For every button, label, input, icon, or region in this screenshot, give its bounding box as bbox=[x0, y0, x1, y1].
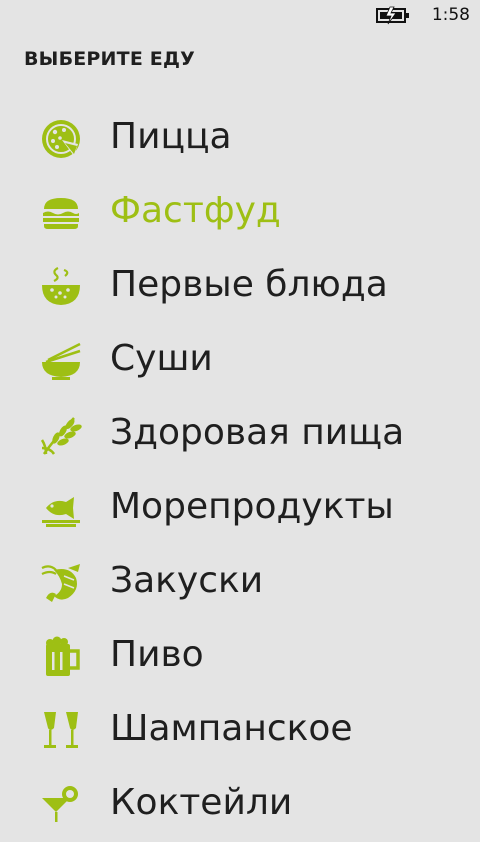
cocktail-icon bbox=[40, 784, 82, 826]
crayfish-icon bbox=[40, 562, 82, 604]
food-category-list: Пицца Фастфуд Первые блюда Суши Здоровая… bbox=[0, 102, 480, 842]
list-item-label: Здоровая пища bbox=[110, 412, 405, 453]
list-item-snacks[interactable]: Закуски bbox=[0, 546, 480, 620]
list-item-seafood[interactable]: Морепродукты bbox=[0, 472, 480, 546]
list-item-label: Суши bbox=[110, 338, 213, 379]
page-title: ВЫБЕРИТЕ ЕДУ bbox=[24, 48, 195, 70]
list-item-label: Первые блюда bbox=[110, 264, 388, 305]
burger-icon bbox=[40, 192, 82, 234]
list-item-label: Фастфуд bbox=[110, 190, 281, 231]
list-item-first-courses[interactable]: Первые блюда bbox=[0, 250, 480, 324]
list-item-champagne[interactable]: Шампанское bbox=[0, 694, 480, 768]
list-item-sushi[interactable]: Суши bbox=[0, 324, 480, 398]
beer-mug-icon bbox=[40, 636, 82, 678]
list-item-label: Морепродукты bbox=[110, 486, 394, 527]
list-item-label: Пиво bbox=[110, 634, 204, 675]
list-item-label: Коктейли bbox=[110, 782, 293, 823]
list-item-label: Пицца bbox=[110, 116, 232, 157]
champagne-glasses-icon bbox=[40, 710, 82, 752]
status-bar: 1:58 bbox=[0, 0, 480, 32]
list-item-healthy-food[interactable]: Здоровая пища bbox=[0, 398, 480, 472]
battery-charging-icon bbox=[376, 5, 412, 25]
list-item-beer[interactable]: Пиво bbox=[0, 620, 480, 694]
wheat-icon bbox=[40, 414, 82, 456]
list-item-label: Закуски bbox=[110, 560, 264, 601]
list-item-cocktails[interactable]: Коктейли bbox=[0, 768, 480, 842]
pizza-icon bbox=[40, 118, 82, 160]
list-item-pizza[interactable]: Пицца bbox=[0, 102, 480, 176]
chopsticks-bowl-icon bbox=[40, 340, 82, 382]
clock: 1:58 bbox=[431, 5, 470, 25]
list-item-label: Шампанское bbox=[110, 708, 353, 749]
fish-plate-icon bbox=[40, 488, 82, 530]
soup-bowl-icon bbox=[40, 266, 82, 308]
list-item-fastfood[interactable]: Фастфуд bbox=[0, 176, 480, 250]
